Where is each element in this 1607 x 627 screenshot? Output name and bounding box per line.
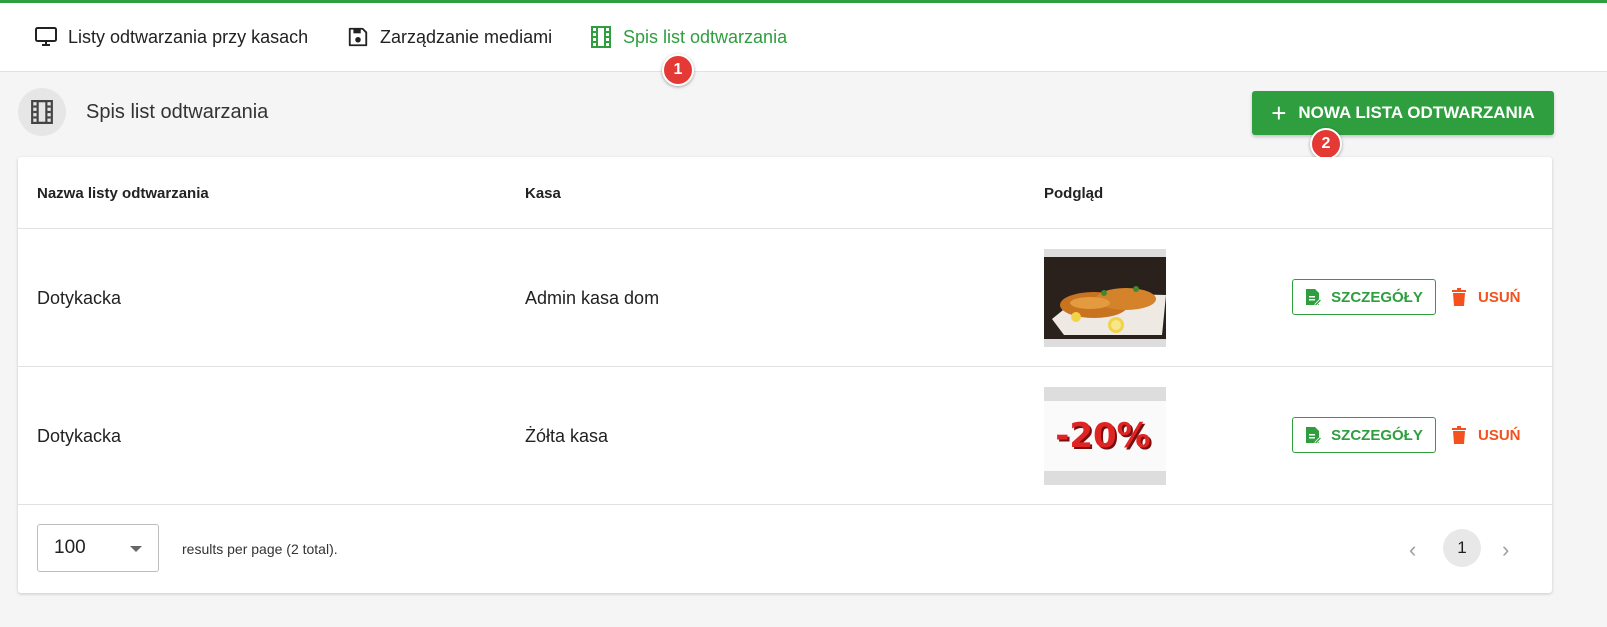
row-1-delete-button[interactable]: USUŃ (1452, 279, 1521, 315)
document-edit-icon (1305, 288, 1322, 306)
chevron-right-icon[interactable]: › (1502, 537, 1509, 563)
column-header-register: Kasa (525, 185, 561, 202)
step-badge-2: 2 (1310, 128, 1342, 160)
monitor-icon (34, 25, 58, 49)
per-page-value: 100 (54, 537, 86, 558)
trash-icon (1452, 288, 1466, 306)
chevron-left-icon[interactable]: ‹ (1409, 537, 1416, 563)
playlist-table-card: Nazwa listy odtwarzania Kasa Podgląd Dot… (18, 157, 1552, 593)
page-1-button[interactable]: 1 (1443, 529, 1481, 567)
tab-label: Listy odtwarzania przy kasach (68, 26, 309, 47)
row-1-details-button[interactable]: SZCZEGÓŁY (1292, 279, 1436, 315)
tab-label: Spis list odtwarzania (623, 26, 788, 47)
column-header-name: Nazwa listy odtwarzania (37, 185, 209, 202)
floppy-disk-icon (346, 25, 370, 49)
row-divider (18, 366, 1552, 367)
tab-label: Zarządzanie mediami (380, 26, 553, 47)
section-film-icon (18, 88, 66, 136)
delete-label: USUŃ (1478, 426, 1521, 444)
details-label: SZCZEGÓŁY (1331, 426, 1423, 444)
row-1-name: Dotykacka (37, 288, 122, 308)
document-edit-icon (1305, 426, 1322, 444)
details-label: SZCZEGÓŁY (1331, 288, 1423, 306)
tab-playlists-at-registers[interactable]: Listy odtwarzania przy kasach (34, 3, 308, 71)
chevron-down-icon (130, 546, 142, 552)
step-badge-1: 1 (662, 54, 694, 86)
top-tab-bar: Listy odtwarzania przy kasach Zarządzani… (0, 3, 1607, 72)
row-2-name: Dotykacka (37, 426, 122, 446)
plus-icon: + (1271, 98, 1287, 128)
row-divider (18, 504, 1552, 505)
discount-text: -20% (1055, 416, 1151, 456)
row-1-register: Admin kasa dom (525, 288, 660, 308)
new-playlist-label: NOWA LISTA ODTWARZANIA (1298, 103, 1535, 122)
delete-label: USUŃ (1478, 288, 1521, 306)
results-summary: results per page (2 total). (182, 541, 338, 557)
row-2-details-button[interactable]: SZCZEGÓŁY (1292, 417, 1436, 453)
header-divider (18, 228, 1552, 229)
row-2-register: Żółta kasa (525, 426, 609, 446)
per-page-select[interactable]: 100 (37, 524, 159, 572)
page-title: Spis list odtwarzania (86, 101, 269, 123)
film-icon (589, 25, 613, 49)
column-header-preview: Podgląd (1044, 185, 1104, 202)
tab-media-management[interactable]: Zarządzanie mediami (346, 3, 552, 71)
trash-icon (1452, 426, 1466, 444)
new-playlist-button[interactable]: + NOWA LISTA ODTWARZANIA (1252, 91, 1554, 135)
row-2-preview-image: -20% -20% (1044, 387, 1166, 485)
row-2-delete-button[interactable]: USUŃ (1452, 417, 1521, 453)
row-1-preview-image (1044, 249, 1166, 347)
